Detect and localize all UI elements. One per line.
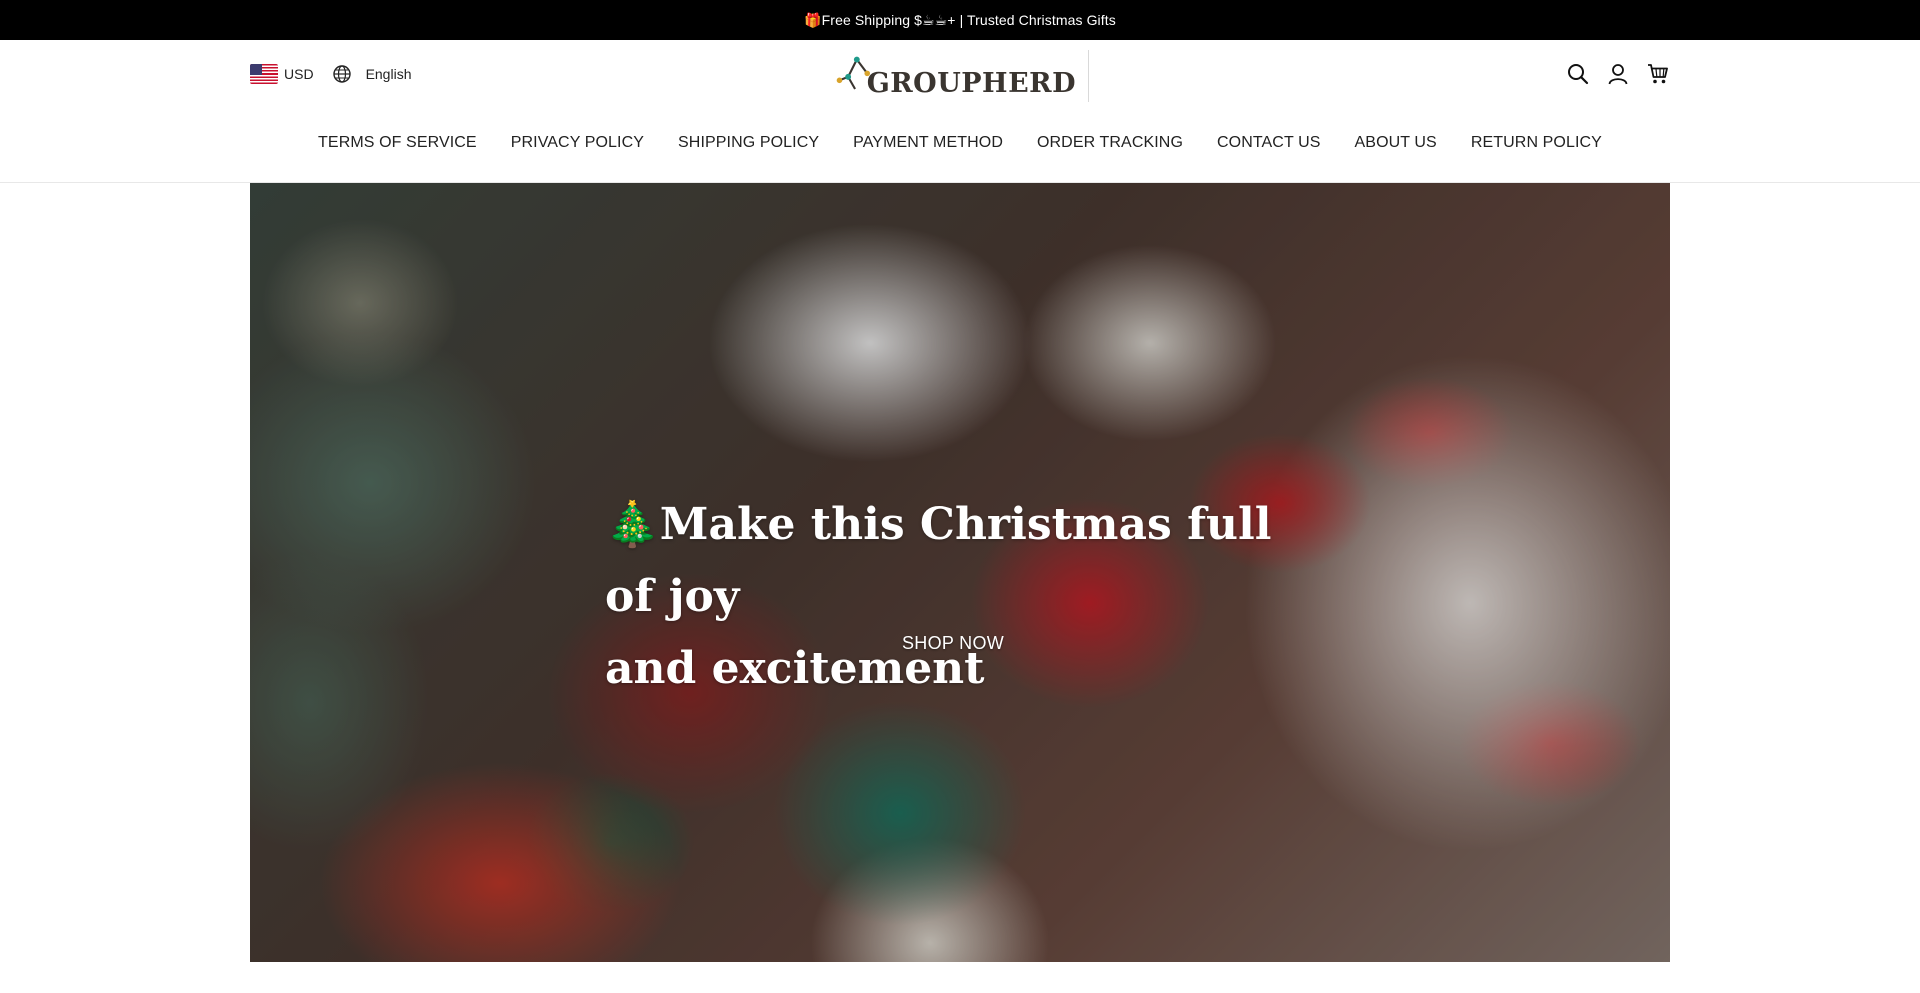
logo-mark-icon <box>836 56 870 90</box>
locale-selector: USD English <box>250 64 411 84</box>
language-selector[interactable]: English <box>366 66 412 82</box>
account-button[interactable] <box>1606 62 1630 86</box>
nav-payment-method[interactable]: PAYMENT METHOD <box>836 134 1020 152</box>
us-flag-icon[interactable] <box>250 64 278 84</box>
hero-banner[interactable]: 🎄Make this Christmas full of joy and exc… <box>250 183 1670 962</box>
shop-now-button[interactable]: SHOP NOW <box>902 633 1004 654</box>
currency-selector[interactable]: USD <box>284 66 314 82</box>
hero-title-line-1: 🎄Make this Christmas full of joy <box>605 499 1272 622</box>
header-actions <box>1566 62 1670 86</box>
site-logo[interactable]: GROUPHERD <box>836 48 1076 104</box>
logo-divider <box>1088 50 1089 102</box>
nav-contact-us[interactable]: CONTACT US <box>1200 134 1338 152</box>
nav-terms-of-service[interactable]: TERMS OF SERVICE <box>301 134 494 152</box>
nav-about-us[interactable]: ABOUT US <box>1338 134 1454 152</box>
nav-privacy-policy[interactable]: PRIVACY POLICY <box>494 134 661 152</box>
hero-title: 🎄Make this Christmas full of joy and exc… <box>605 489 1305 705</box>
announcement-text: 🎁Free Shipping $☕☕+ | Trusted Christmas … <box>804 11 1116 28</box>
site-header: USD English GROUPHERD TERMS OF SERVICE P… <box>0 40 1920 183</box>
cart-button[interactable] <box>1646 62 1670 86</box>
main-nav: TERMS OF SERVICE PRIVACY POLICY SHIPPING… <box>0 134 1920 152</box>
nav-shipping-policy[interactable]: SHIPPING POLICY <box>661 134 836 152</box>
nav-return-policy[interactable]: RETURN POLICY <box>1454 134 1619 152</box>
announcement-bar: 🎁Free Shipping $☕☕+ | Trusted Christmas … <box>0 0 1920 40</box>
search-icon <box>1568 64 1589 85</box>
cart-icon <box>1648 64 1668 84</box>
logo-text: GROUPHERD <box>866 67 1076 99</box>
nav-order-tracking[interactable]: ORDER TRACKING <box>1020 134 1200 152</box>
account-icon <box>1608 64 1628 85</box>
globe-icon[interactable] <box>332 64 352 84</box>
search-button[interactable] <box>1566 62 1590 86</box>
